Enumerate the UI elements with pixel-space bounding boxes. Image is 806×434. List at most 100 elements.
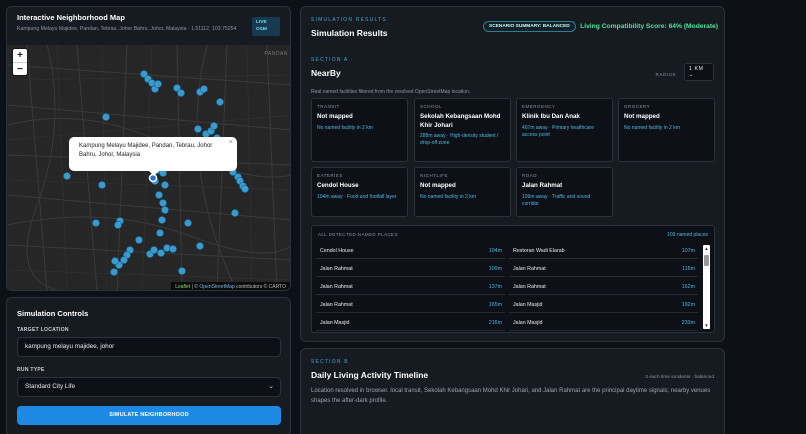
place-marker[interactable] [158, 216, 166, 224]
zoom-in-button[interactable]: + [13, 49, 27, 62]
place-marker[interactable] [150, 246, 158, 254]
list-item[interactable]: Jalan Masjid 233m [509, 316, 698, 331]
place-marker[interactable] [178, 267, 186, 275]
section-b-eyebrow: SECTION B [311, 359, 349, 365]
card-grocery: GROCERY Not mapped No named facility in … [618, 98, 715, 162]
attribution-rest: contributors © CARTO [234, 284, 286, 290]
card-desc: No named facility in 2 km [317, 124, 373, 131]
place-marker[interactable] [135, 236, 143, 244]
place-marker[interactable] [231, 209, 239, 217]
card-value: Not mapped [317, 113, 353, 120]
place-marker[interactable] [196, 242, 204, 250]
place-marker[interactable] [92, 219, 100, 227]
radius-label: RADIUS [655, 72, 677, 77]
run-type-value: Standard City Life [25, 383, 76, 390]
place-marker[interactable] [110, 268, 118, 276]
card-eateries: EATERIES Cendol House 104m away · Food a… [311, 167, 408, 217]
zoom-out-button[interactable]: − [13, 62, 27, 75]
controls-title: Simulation Controls [17, 309, 89, 318]
scenario-summary-badge: SCENARIO SUMMARY: BALANCED [483, 21, 576, 32]
popup-close-icon[interactable]: × [229, 138, 233, 148]
place-marker[interactable] [102, 113, 110, 121]
card-nightlife: NIGHTLIFE Not mapped No named facility i… [414, 167, 511, 217]
card-label: NIGHTLIFE [420, 173, 449, 178]
popup-text: Kampung Melayu Majidee, Pandan, Tebrau, … [79, 143, 213, 158]
scroll-up-icon[interactable]: ▲ [703, 246, 710, 251]
card-label: TRANSIT [317, 104, 340, 109]
place-marker[interactable] [111, 257, 119, 265]
timeline-description: Location resolved in browser. local tran… [311, 388, 711, 404]
place-marker[interactable] [194, 125, 202, 133]
place-marker[interactable] [177, 89, 185, 97]
place-marker[interactable] [210, 122, 218, 130]
list-item[interactable]: Jalan Rahmat 165m [316, 298, 505, 313]
list-item[interactable]: Jalan Masjid 192m [509, 298, 698, 313]
nearby-description: Real named facilities filtered from the … [311, 89, 471, 95]
place-marker[interactable] [114, 221, 122, 229]
card-desc: 109m away · Traffic and sound corridor [522, 193, 591, 207]
place-distance: 109m [488, 266, 502, 272]
place-distance: 192m [681, 302, 695, 308]
place-distance: 165m [488, 302, 502, 308]
place-name: Jalan Masjid [320, 320, 350, 326]
list-item[interactable]: Jalan Rahmat 109m [316, 262, 505, 277]
place-marker[interactable] [161, 181, 169, 189]
place-marker[interactable] [155, 191, 163, 199]
radius-select[interactable]: 1 KM ⌄ [684, 63, 714, 81]
card-value: Klinik Ibu Dan Anak [522, 113, 580, 120]
card-value: Jalan Rahmat [522, 182, 563, 189]
live-osm-badge: LIVE OSM [252, 17, 280, 37]
place-marker[interactable] [161, 206, 169, 214]
list-item[interactable]: Restoran Wadi Elarab 107m [509, 244, 698, 259]
place-name: Jalan Rahmat [513, 284, 546, 290]
detected-places-count: 109 named places [667, 232, 708, 238]
place-marker[interactable] [216, 98, 224, 106]
card-desc: No named facility in 2 km [624, 124, 680, 131]
place-marker[interactable] [241, 185, 249, 193]
place-marker[interactable] [159, 199, 167, 207]
card-desc: 288m away · High-density student / drop-… [420, 133, 499, 147]
location-popup[interactable]: Kampung Melayu Majidee, Pandan, Tebrau, … [69, 137, 237, 176]
place-marker[interactable] [184, 219, 192, 227]
simulate-neighborhood-button[interactable]: SIMULATE NEIGHBORHOOD [17, 406, 281, 425]
card-desc: 104m away · Food and footfall layer [317, 193, 397, 200]
compatibility-score: Living Compatibility Score: 64% (Moderat… [580, 23, 718, 30]
place-name: Restoran Wadi Elarab [513, 248, 565, 254]
card-value: Sekolah Kebangsaan Mohd Khir Johari [420, 113, 501, 129]
card-desc: 407m away · Primary healthcare access po… [522, 124, 594, 138]
list-item[interactable]: Jalan Rahmat 162m [509, 280, 698, 295]
map-location: Kampung Melayu Majidee, Pandan, Tebrau, … [17, 26, 237, 32]
list-item[interactable]: Cendol House 104m [316, 244, 505, 259]
place-distance: 137m [488, 284, 502, 290]
place-name: Jalan Rahmat [320, 266, 353, 272]
zoom-control[interactable]: + − [13, 49, 27, 75]
map-attribution: Leaflet | © OpenStreetMap contributors ©… [171, 282, 290, 290]
place-name: Jalan Rahmat [320, 284, 353, 290]
place-marker[interactable] [154, 80, 162, 88]
place-distance: 104m [488, 248, 502, 254]
list-item[interactable]: Jalan Rahmat 116m [509, 262, 698, 277]
osm-link[interactable]: OpenStreetMap [199, 284, 234, 290]
list-scrollbar[interactable]: ▲ ▼ [703, 245, 710, 329]
place-distance: 216m [488, 320, 502, 326]
map-header: Interactive Neighborhood Map Kampung Mel… [7, 7, 290, 45]
place-name: Jalan Rahmat [320, 302, 353, 308]
card-label: GROCERY [624, 104, 651, 109]
detected-places-list[interactable]: Cendol House 104m Restoran Wadi Elarab 107… [316, 244, 702, 332]
run-type-select[interactable]: Standard City Life ⌄ [17, 377, 281, 397]
scroll-down-icon[interactable]: ▼ [703, 323, 710, 328]
scroll-thumb[interactable] [704, 255, 709, 266]
list-item[interactable]: Jalan Rahmat 137m [316, 280, 505, 295]
list-item[interactable]: Jalan Masjid 216m [316, 316, 505, 331]
place-marker[interactable] [156, 229, 164, 237]
target-location-input[interactable]: kampung melayu majidee, johor [17, 337, 281, 357]
leaflet-link[interactable]: Leaflet [175, 284, 190, 290]
place-marker[interactable] [169, 245, 177, 253]
place-marker[interactable] [157, 249, 165, 257]
map-canvas[interactable]: + − PANDAN Kampung Melayu Majidee, Panda… [7, 45, 290, 290]
place-name: Jalan Rahmat [513, 266, 546, 272]
place-marker[interactable] [63, 172, 71, 180]
place-marker[interactable] [200, 85, 208, 93]
place-marker[interactable] [98, 181, 106, 189]
place-name: Jalan Masjid [513, 320, 543, 326]
